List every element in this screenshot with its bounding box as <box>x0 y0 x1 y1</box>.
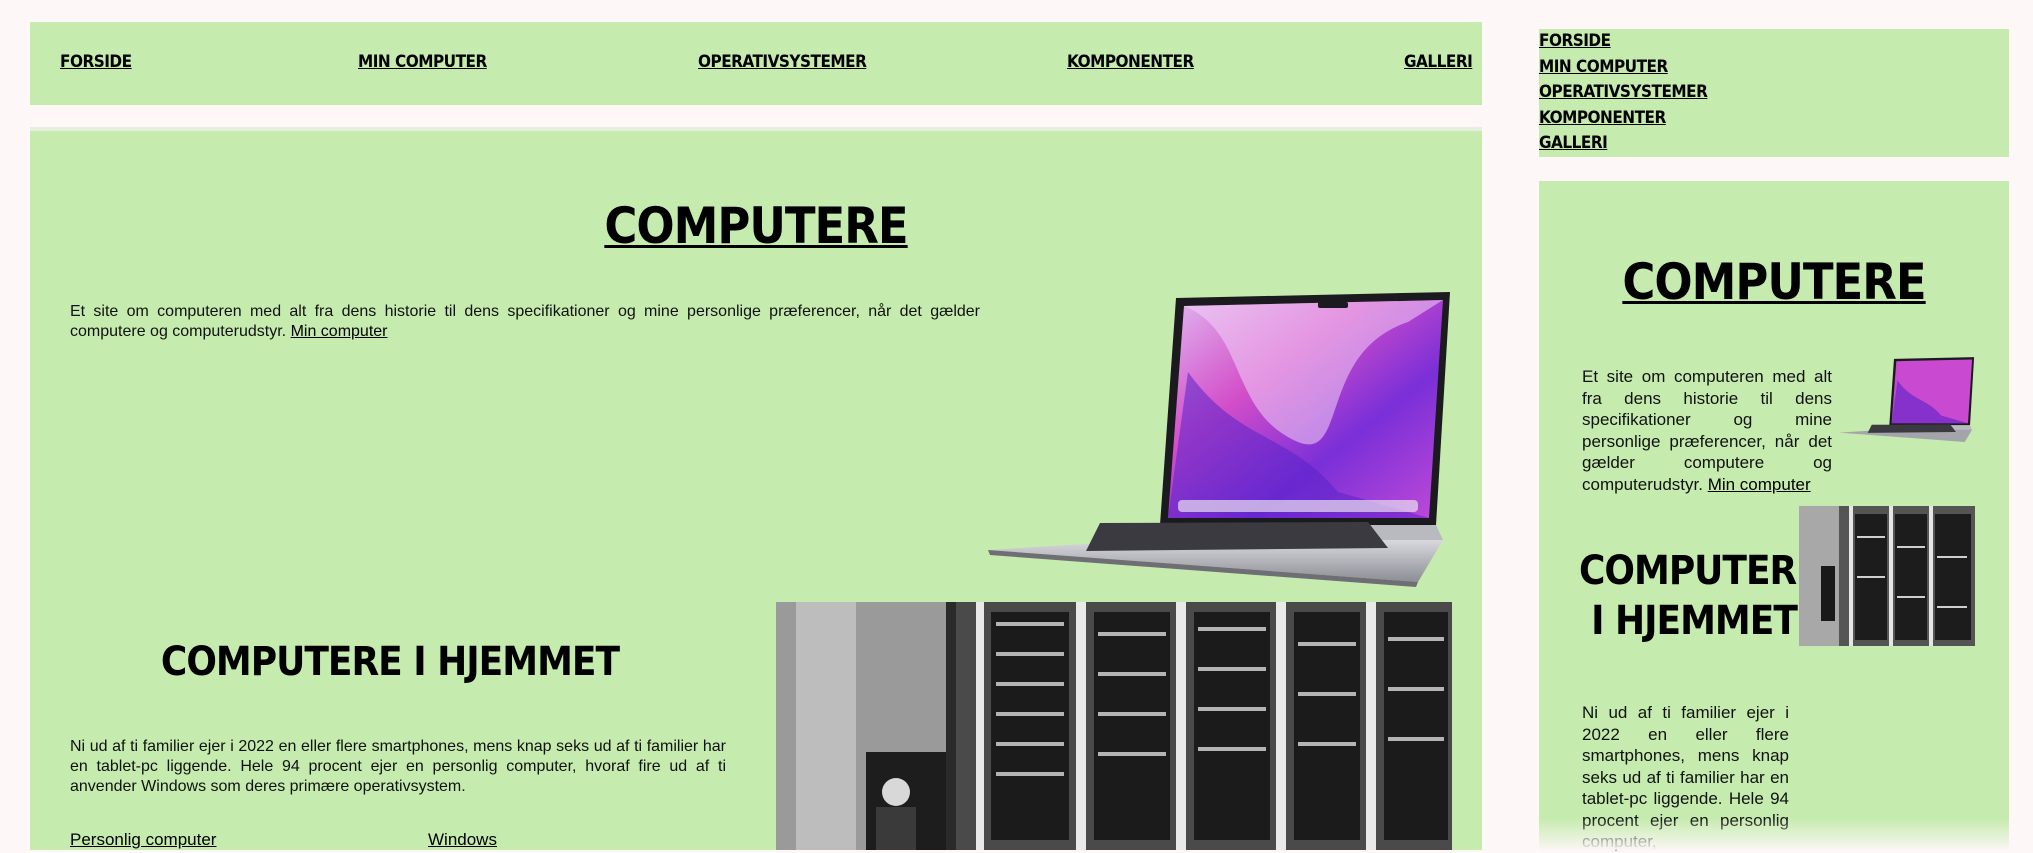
divider <box>30 127 1482 131</box>
main-content: COMPUTERE Et site om computeren med alt … <box>30 127 1482 850</box>
mobile-content: COMPUTERE Et site om computeren med alt … <box>1539 181 2009 851</box>
nav-operativsystemer[interactable]: OPERATIVSYSTEMER <box>698 52 867 72</box>
personlig-computer-link[interactable]: Personlig computer <box>70 830 216 850</box>
laptop-image <box>988 292 1450 587</box>
nav-forside[interactable]: FORSIDE <box>60 52 132 72</box>
scroll-fade <box>1511 818 2033 850</box>
mobile-page-title: COMPUTERE <box>1622 253 1926 311</box>
page-title: COMPUTERE <box>604 197 908 255</box>
intro-text: Et site om computeren med alt fra dens h… <box>70 302 980 342</box>
mobile-nav-operativsystemer[interactable]: OPERATIVSYSTEMER <box>1539 80 2009 106</box>
mobile-nav: FORSIDE MIN COMPUTER OPERATIVSYSTEMER KO… <box>1539 29 2009 157</box>
windows-link[interactable]: Windows <box>428 830 497 850</box>
mobile-section-title-home: COMPUTERE I HJEMMET <box>1579 548 1821 644</box>
mobile-nav-forside[interactable]: FORSIDE <box>1539 29 2009 55</box>
intro-paragraph: Et site om computeren med alt fra dens h… <box>70 303 980 340</box>
server-room-image <box>776 602 1452 850</box>
mobile-server-room-image <box>1799 506 1975 646</box>
mobile-laptop-image <box>1839 357 1975 442</box>
nav-komponenter[interactable]: KOMPONENTER <box>1067 52 1194 72</box>
section-title-home: COMPUTERE I HJEMMET <box>160 639 620 685</box>
main-nav: FORSIDE MIN COMPUTER OPERATIVSYSTEMER KO… <box>30 22 1482 105</box>
mobile-nav-galleri[interactable]: GALLERI <box>1539 131 2009 157</box>
min-computer-link[interactable]: Min computer <box>291 323 388 340</box>
nav-galleri[interactable]: GALLERI <box>1404 52 1473 72</box>
mobile-nav-min-computer[interactable]: MIN COMPUTER <box>1539 55 2009 81</box>
nav-min-computer[interactable]: MIN COMPUTER <box>358 52 487 72</box>
home-paragraph: Ni ud af ti familier ejer i 2022 en elle… <box>70 738 726 795</box>
mobile-intro-text: Et site om computeren med alt fra dens h… <box>1582 366 1832 495</box>
mobile-min-computer-link[interactable]: Min computer <box>1708 475 1811 494</box>
mobile-nav-komponenter[interactable]: KOMPONENTER <box>1539 106 2009 132</box>
